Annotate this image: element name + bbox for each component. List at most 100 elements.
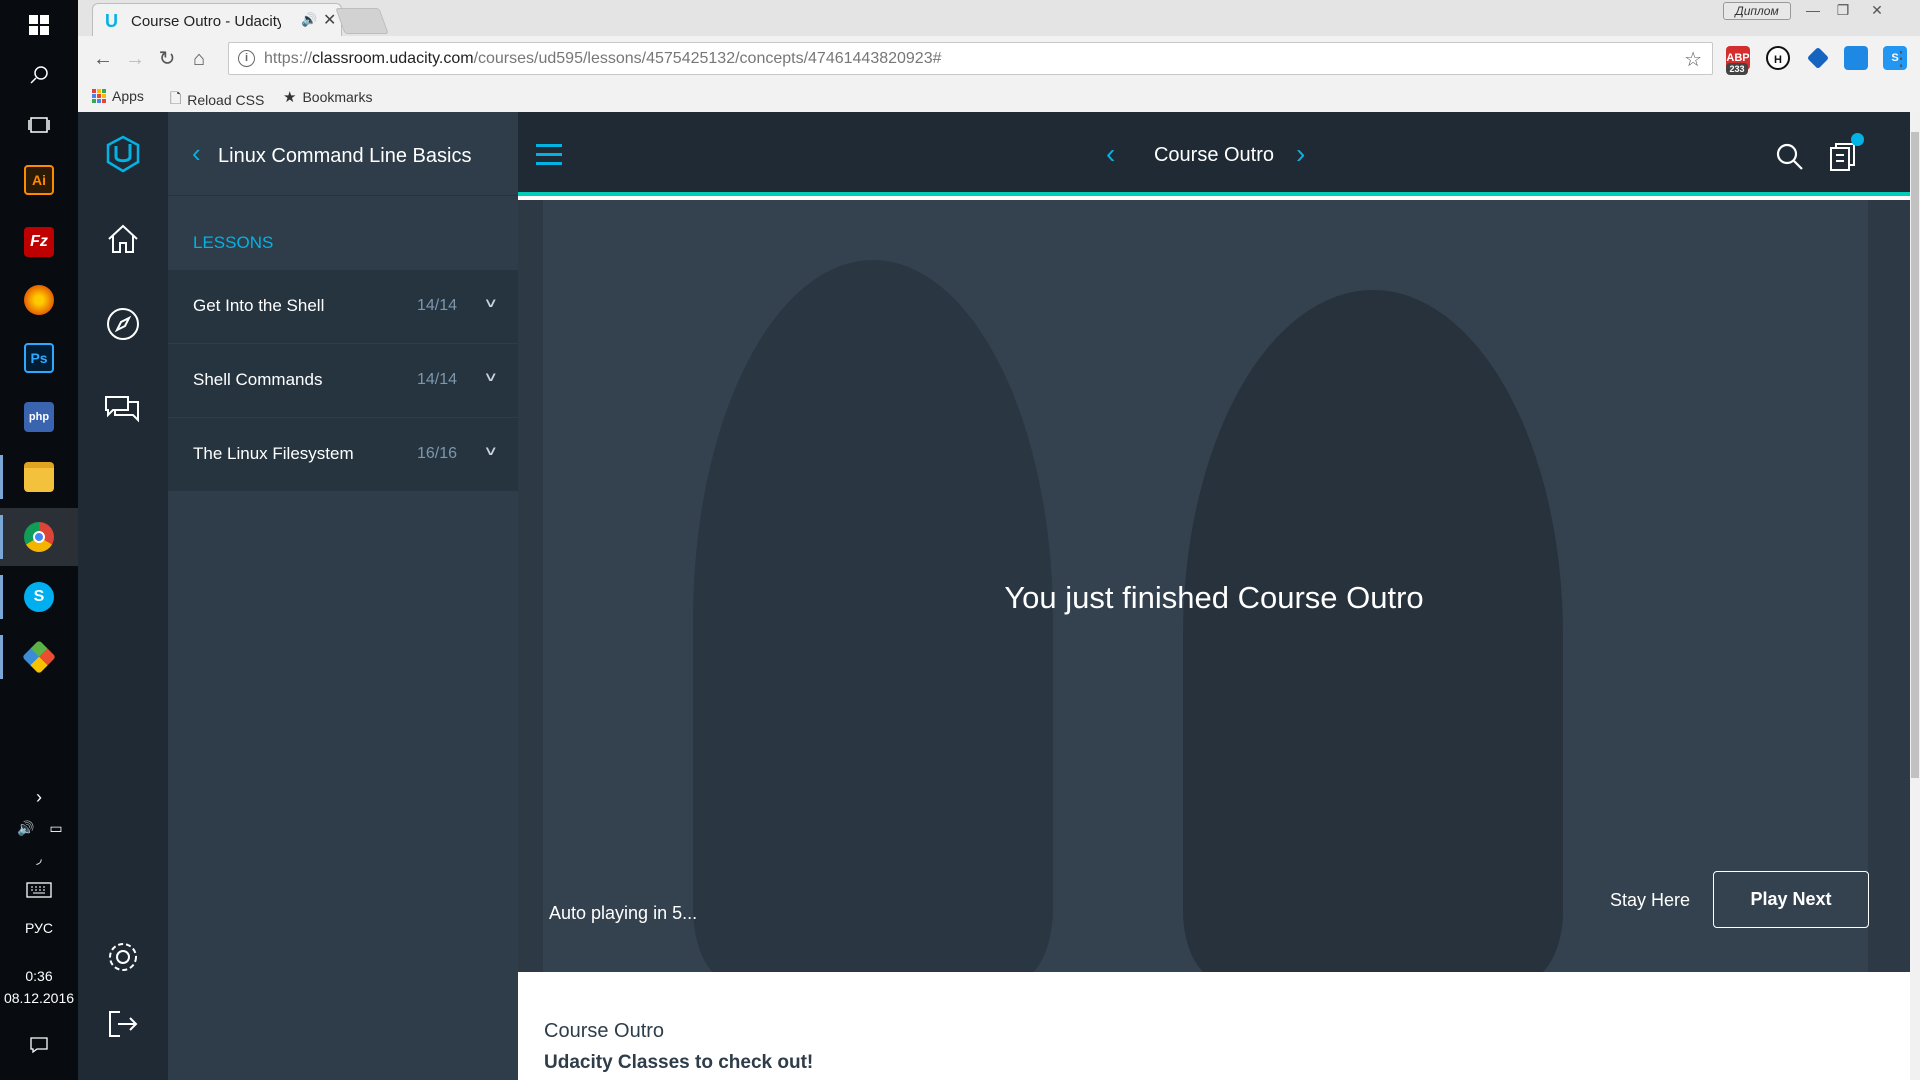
extension-diamond-icon[interactable] bbox=[1806, 46, 1830, 70]
file-explorer-icon[interactable] bbox=[19, 457, 59, 497]
lesson-item[interactable]: Get Into the Shell 14/14 ∨ bbox=[168, 270, 518, 344]
lesson-progress: 14/14 bbox=[417, 297, 458, 314]
back-arrow-icon[interactable]: ← bbox=[90, 46, 116, 72]
site-info-icon[interactable]: i bbox=[238, 50, 255, 67]
next-concept-icon[interactable]: › bbox=[1296, 138, 1305, 170]
illustrator-icon[interactable]: Ai bbox=[19, 160, 59, 200]
tab-title: Course Outro - Udacity bbox=[131, 13, 281, 30]
git-icon[interactable] bbox=[19, 637, 59, 677]
restore-button[interactable]: ❐ bbox=[1829, 0, 1857, 20]
volume-icon[interactable]: 🔊 bbox=[17, 820, 34, 837]
url-path: /courses/ud595/lessons/4575425132/concep… bbox=[473, 50, 942, 67]
address-bar[interactable]: i https://classroom.udacity.com/courses/… bbox=[228, 42, 1713, 75]
udacity-classroom: ‹ Linux Command Line Basics LESSONS Get … bbox=[78, 112, 1920, 1080]
bookmark-bookmarks-label: Bookmarks bbox=[302, 89, 373, 105]
browser-toolbar: ← → ↻ ⌂ i https://classroom.udacity.com/… bbox=[78, 36, 1920, 82]
php-icon[interactable]: php bbox=[19, 397, 59, 437]
lessons-heading: LESSONS bbox=[193, 233, 274, 252]
lesson-name: Get Into the Shell bbox=[193, 296, 325, 315]
concept-title: Course Outro bbox=[1153, 144, 1275, 166]
page-icon: 🗋 bbox=[170, 90, 182, 106]
bookmark-apps[interactable]: Apps bbox=[92, 88, 144, 104]
lesson-name: Shell Commands bbox=[193, 370, 323, 389]
battery-icon[interactable]: ▭ bbox=[49, 820, 62, 837]
primary-rail-nav bbox=[78, 112, 168, 1080]
udacity-logo-icon[interactable] bbox=[103, 134, 143, 174]
menu-kebab-icon[interactable]: ⋮ bbox=[1888, 46, 1914, 72]
bookmark-reload-css[interactable]: 🗋 Reload CSS bbox=[170, 88, 264, 112]
search-icon[interactable] bbox=[19, 55, 59, 95]
minimize-button[interactable]: — bbox=[1799, 0, 1827, 20]
url-domain: classroom.udacity.com bbox=[312, 50, 474, 67]
filezilla-icon[interactable]: Fz bbox=[19, 222, 59, 262]
play-next-button[interactable]: Play Next bbox=[1713, 871, 1869, 928]
url-prefix: https:// bbox=[264, 50, 313, 67]
apps-grid-icon bbox=[92, 89, 106, 103]
bookmark-bookmarks[interactable]: ★ Bookmarks bbox=[283, 88, 372, 106]
profile-badge[interactable]: Диплом bbox=[1723, 2, 1791, 20]
keyboard-icon[interactable] bbox=[19, 870, 59, 910]
chat-icon[interactable] bbox=[103, 390, 143, 430]
star-icon: ★ bbox=[283, 89, 297, 106]
adblock-badge: 233 bbox=[1726, 63, 1748, 75]
logout-icon[interactable] bbox=[103, 1004, 143, 1044]
page-scrollbar[interactable] bbox=[1910, 112, 1920, 1080]
close-window-button[interactable]: ✕ bbox=[1863, 0, 1891, 20]
search-icon[interactable] bbox=[1775, 142, 1805, 172]
browser-tab[interactable]: U Course Outro - Udacity 🔊 ✕ bbox=[92, 3, 342, 36]
windows-taskbar: Ai Fz Ps php S › 🔊 ▭ ◞ РУС 0:36 08.12.20… bbox=[0, 0, 78, 1080]
lessons-sidebar: ‹ Linux Command Line Basics LESSONS Get … bbox=[168, 112, 518, 1080]
skype-icon[interactable]: S bbox=[19, 577, 59, 617]
clock-time[interactable]: 0:36 bbox=[0, 968, 78, 984]
bookmarks-bar: Apps 🗋 Reload CSS ★ Bookmarks bbox=[78, 82, 1920, 112]
settings-gear-icon[interactable] bbox=[103, 937, 143, 977]
video-player[interactable]: You just finished Course Outro Auto play… bbox=[518, 200, 1910, 972]
course-header[interactable]: ‹ Linux Command Line Basics bbox=[168, 112, 518, 196]
concept-main: ‹ Course Outro › You just finished Cours… bbox=[518, 112, 1920, 1080]
chrome-icon[interactable] bbox=[19, 517, 59, 557]
audio-playing-icon[interactable]: 🔊 bbox=[301, 12, 317, 28]
firefox-icon[interactable] bbox=[19, 280, 59, 320]
chevron-left-icon[interactable]: ‹ bbox=[192, 138, 201, 169]
chevron-down-icon[interactable]: ∨ bbox=[483, 369, 498, 385]
home-icon[interactable] bbox=[103, 219, 143, 259]
new-tab-button[interactable] bbox=[335, 8, 389, 34]
active-indicator bbox=[0, 515, 3, 559]
close-tab-icon[interactable]: ✕ bbox=[323, 10, 336, 30]
bookmark-star-icon[interactable]: ☆ bbox=[1684, 47, 1702, 72]
finished-message: You just finished Course Outro bbox=[1004, 580, 1424, 615]
scrollbar-thumb[interactable] bbox=[1911, 132, 1919, 778]
lesson-progress: 14/14 bbox=[417, 371, 458, 388]
reload-icon[interactable]: ↻ bbox=[154, 46, 180, 72]
course-title[interactable]: Linux Command Line Basics bbox=[218, 145, 471, 168]
task-view-icon[interactable] bbox=[19, 105, 59, 145]
content-subtitle: Udacity Classes to check out! bbox=[544, 1052, 814, 1073]
lesson-progress: 16/16 bbox=[417, 445, 458, 462]
lesson-name: The Linux Filesystem bbox=[193, 444, 354, 463]
lesson-item[interactable]: Shell Commands 14/14 ∨ bbox=[168, 344, 518, 418]
chevron-down-icon[interactable]: ∨ bbox=[483, 295, 498, 311]
windows-start-icon[interactable] bbox=[19, 5, 59, 45]
photoshop-icon[interactable]: Ps bbox=[19, 338, 59, 378]
language-indicator[interactable]: РУС bbox=[0, 920, 78, 936]
chevron-down-icon[interactable]: ∨ bbox=[483, 443, 498, 459]
home-icon[interactable]: ⌂ bbox=[186, 46, 212, 72]
presenter-left-silhouette bbox=[693, 260, 1053, 972]
udacity-favicon-icon: U bbox=[105, 11, 118, 31]
clock-date[interactable]: 08.12.2016 bbox=[0, 990, 78, 1006]
bookmark-reload-css-label: Reload CSS bbox=[187, 92, 265, 108]
action-center-icon[interactable] bbox=[19, 1025, 59, 1065]
hola-icon[interactable]: H bbox=[1766, 46, 1790, 70]
compass-icon[interactable] bbox=[103, 304, 143, 344]
presenter-right-silhouette bbox=[1183, 290, 1563, 972]
concept-topbar: ‹ Course Outro › bbox=[518, 112, 1920, 196]
url-text[interactable]: https://classroom.udacity.com/courses/ud… bbox=[264, 50, 942, 68]
lesson-item[interactable]: The Linux Filesystem 16/16 ∨ bbox=[168, 418, 518, 492]
forward-arrow-icon[interactable]: → bbox=[122, 46, 148, 72]
active-indicator bbox=[0, 455, 3, 499]
tab-strip: U Course Outro - Udacity 🔊 ✕ Диплом — ❐ … bbox=[78, 0, 1920, 36]
extension-window-icon[interactable] bbox=[1844, 46, 1868, 70]
notification-dot bbox=[1851, 133, 1864, 146]
bookmark-apps-label: Apps bbox=[112, 88, 144, 104]
stay-here-button[interactable]: Stay Here bbox=[1610, 890, 1690, 911]
